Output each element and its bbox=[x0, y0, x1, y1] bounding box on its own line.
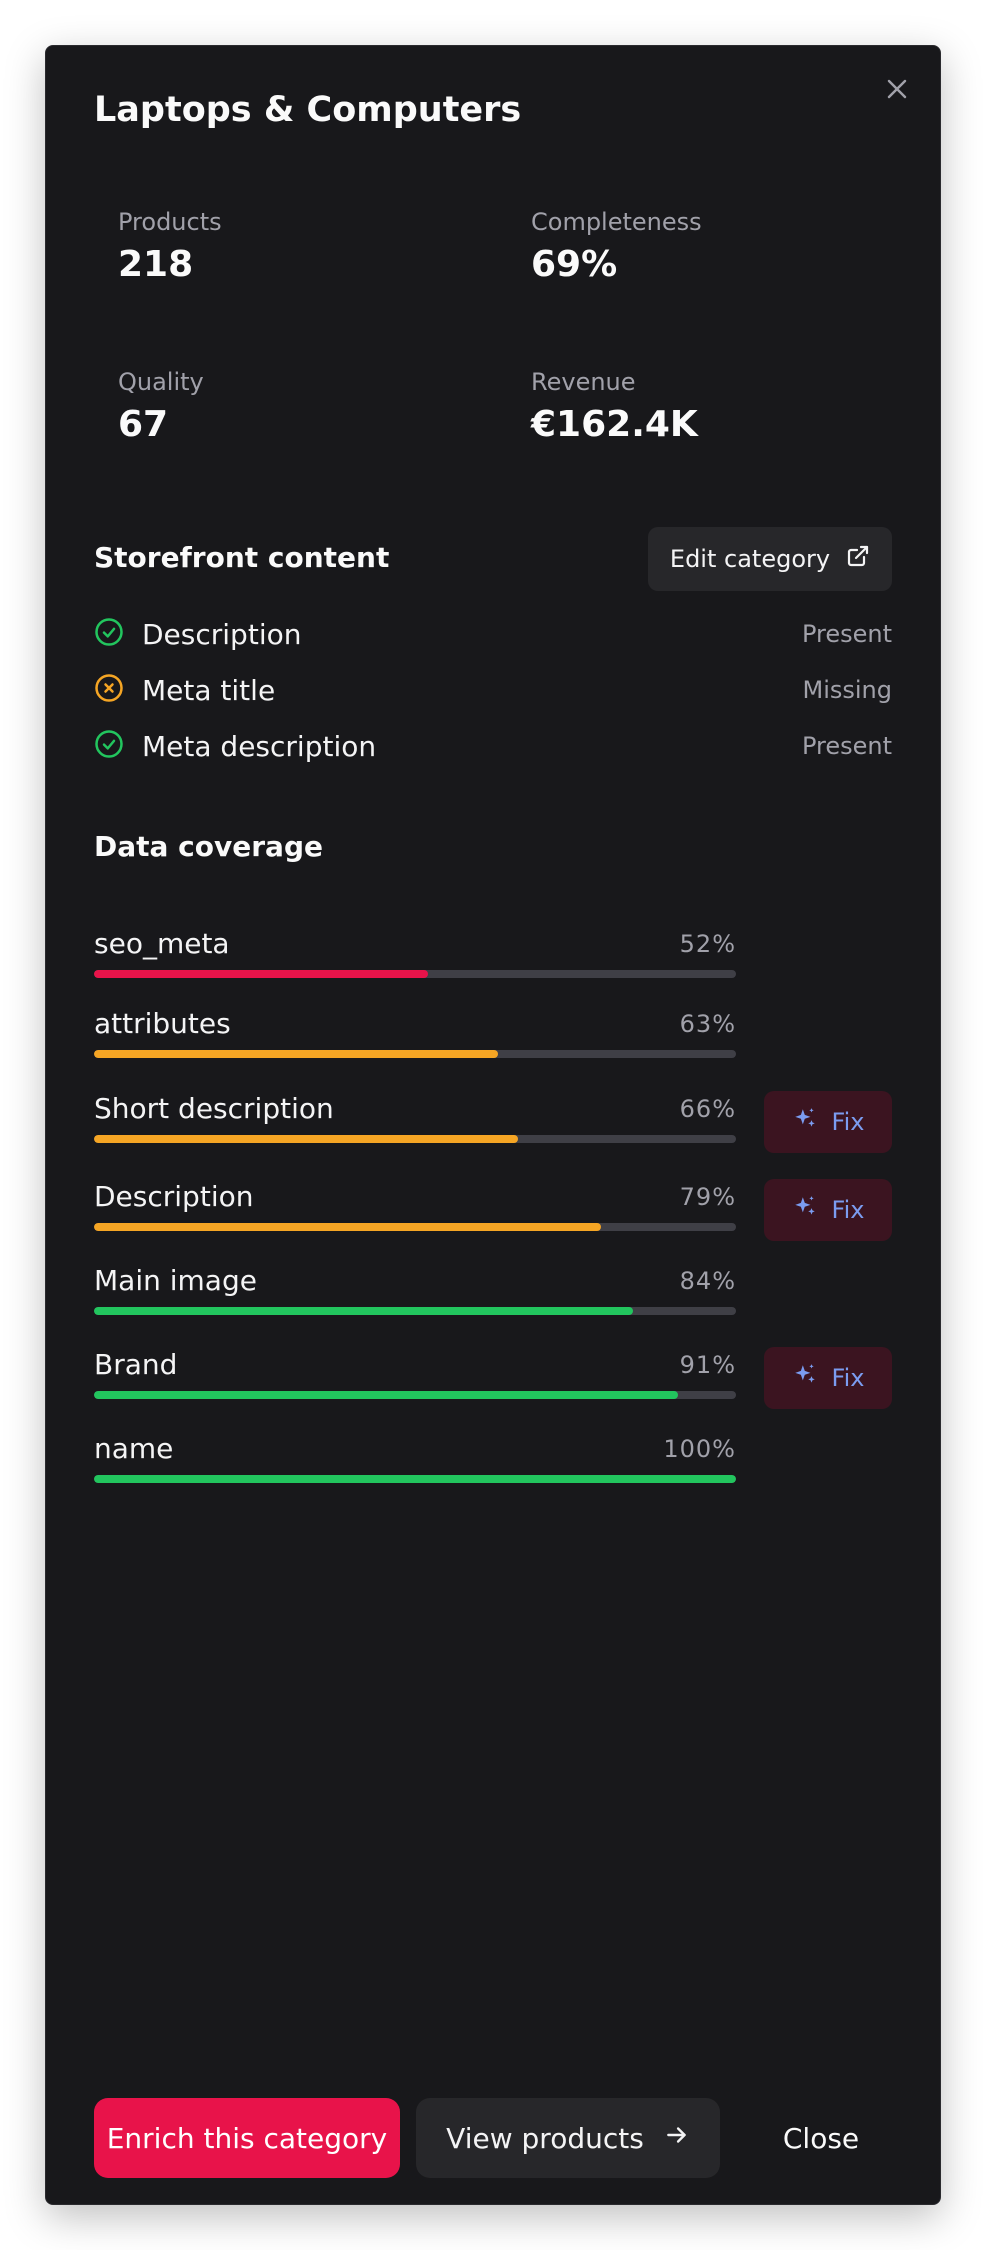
check-circle-icon bbox=[94, 617, 124, 651]
close-icon[interactable] bbox=[880, 72, 914, 106]
close-button[interactable]: Close bbox=[746, 2098, 896, 2178]
view-products-label: View products bbox=[446, 2121, 644, 2155]
coverage-field-name: name bbox=[94, 1432, 174, 1465]
coverage-progress-track bbox=[94, 1135, 736, 1143]
coverage-percent: 79% bbox=[679, 1183, 736, 1211]
stat-label: Quality bbox=[118, 368, 204, 396]
stat-label: Completeness bbox=[531, 208, 702, 236]
stat-label: Revenue bbox=[531, 368, 636, 396]
coverage-percent: 91% bbox=[679, 1351, 736, 1379]
coverage-progress-fill bbox=[94, 1223, 602, 1231]
coverage-progress-fill bbox=[94, 1391, 679, 1399]
coverage-row: Short description 66% bbox=[94, 1091, 736, 1151]
fix-button[interactable]: Fix bbox=[764, 1091, 892, 1153]
fix-label: Fix bbox=[831, 1108, 865, 1136]
coverage-progress-track bbox=[94, 970, 736, 978]
stats-grid: Products 218 Completeness 69% Quality 67… bbox=[118, 206, 898, 526]
coverage-progress-track bbox=[94, 1475, 736, 1483]
fix-label: Fix bbox=[831, 1364, 865, 1392]
external-link-icon bbox=[846, 544, 870, 574]
storefront-item-meta-title: Meta title Missing bbox=[94, 670, 892, 710]
coverage-row: Main image 84% bbox=[94, 1263, 736, 1323]
stat-value: 69% bbox=[531, 243, 618, 285]
coverage-field-name: seo_meta bbox=[94, 927, 230, 960]
edit-category-label: Edit category bbox=[669, 545, 831, 573]
check-circle-icon bbox=[94, 729, 124, 763]
coverage-percent: 63% bbox=[679, 1010, 736, 1038]
coverage-field-name: Main image bbox=[94, 1264, 257, 1297]
sparkles-icon bbox=[792, 1194, 818, 1226]
edit-category-button[interactable]: Edit category bbox=[648, 527, 892, 591]
storefront-item-status: Present bbox=[801, 732, 892, 760]
storefront-item-status: Missing bbox=[802, 676, 893, 704]
coverage-field-name: Short description bbox=[94, 1092, 334, 1125]
stat-completeness: Completeness 69% bbox=[531, 206, 911, 288]
stat-value: 67 bbox=[118, 403, 169, 445]
stat-value: 218 bbox=[118, 243, 194, 285]
storefront-item-label: Meta title bbox=[142, 673, 276, 707]
arrow-right-icon bbox=[664, 2122, 690, 2155]
stat-revenue: Revenue €162.4K bbox=[531, 366, 911, 448]
coverage-row: Brand 91% bbox=[94, 1347, 736, 1407]
fix-label: Fix bbox=[831, 1196, 865, 1224]
stat-label: Products bbox=[118, 208, 222, 236]
storefront-section-title: Storefront content bbox=[94, 541, 390, 574]
coverage-section-title: Data coverage bbox=[94, 830, 323, 863]
coverage-row: attributes 63% bbox=[94, 1006, 736, 1066]
coverage-progress-fill bbox=[94, 1475, 736, 1483]
coverage-progress-fill bbox=[94, 1307, 634, 1315]
coverage-row: name 100% bbox=[94, 1431, 736, 1491]
coverage-field-name: Brand bbox=[94, 1348, 178, 1381]
storefront-item-label: Meta description bbox=[142, 729, 377, 763]
coverage-percent: 84% bbox=[679, 1267, 736, 1295]
storefront-item-description: Description Present bbox=[94, 614, 892, 654]
x-circle-icon bbox=[94, 673, 124, 707]
coverage-progress-track bbox=[94, 1050, 736, 1058]
coverage-percent: 100% bbox=[663, 1435, 736, 1463]
coverage-progress-fill bbox=[94, 1050, 499, 1058]
coverage-progress-track bbox=[94, 1391, 736, 1399]
view-products-button[interactable]: View products bbox=[416, 2098, 720, 2178]
storefront-item-meta-description: Meta description Present bbox=[94, 726, 892, 766]
sparkles-icon bbox=[792, 1362, 818, 1394]
stat-quality: Quality 67 bbox=[118, 366, 498, 448]
storefront-item-status: Present bbox=[801, 620, 892, 648]
coverage-row: seo_meta 52% bbox=[94, 926, 736, 986]
stat-products: Products 218 bbox=[118, 206, 498, 288]
coverage-progress-track bbox=[94, 1307, 736, 1315]
stat-value: €162.4K bbox=[531, 403, 698, 445]
sparkles-icon bbox=[792, 1106, 818, 1138]
fix-button[interactable]: Fix bbox=[764, 1347, 892, 1409]
coverage-progress-fill bbox=[94, 1135, 518, 1143]
coverage-field-name: attributes bbox=[94, 1007, 231, 1040]
dialog-title: Laptops & Computers bbox=[94, 90, 522, 130]
storefront-item-label: Description bbox=[142, 617, 302, 651]
coverage-percent: 66% bbox=[679, 1095, 736, 1123]
fix-button[interactable]: Fix bbox=[764, 1179, 892, 1241]
coverage-progress-fill bbox=[94, 970, 428, 978]
coverage-row: Description 79% bbox=[94, 1179, 736, 1239]
coverage-field-name: Description bbox=[94, 1180, 254, 1213]
enrich-category-button[interactable]: Enrich this category bbox=[94, 2098, 400, 2178]
coverage-percent: 52% bbox=[679, 930, 736, 958]
category-detail-dialog: Laptops & Computers Products 218 Complet… bbox=[45, 45, 941, 2205]
coverage-progress-track bbox=[94, 1223, 736, 1231]
